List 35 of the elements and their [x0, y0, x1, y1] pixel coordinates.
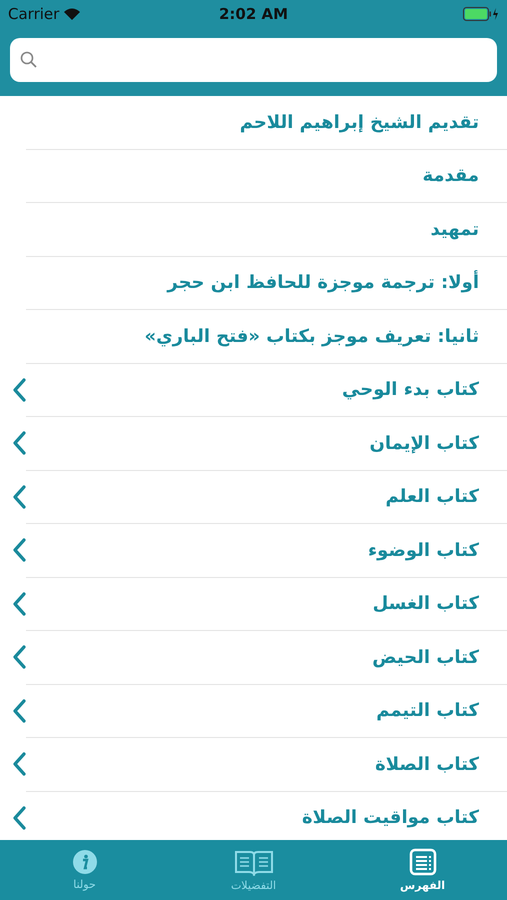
- tab-bar-item[interactable]: حولنا: [20, 840, 150, 900]
- list-icon: [408, 848, 436, 876]
- chapter-title[interactable]: كتاب الصلاة: [375, 754, 479, 775]
- chevron-left-icon[interactable]: [12, 431, 26, 456]
- chevron-left-icon[interactable]: [12, 806, 26, 830]
- chapter-title[interactable]: تقديم الشيخ إبراهيم اللاحم: [240, 112, 479, 133]
- chevron-left-icon[interactable]: [12, 538, 26, 562]
- chevron-left-icon[interactable]: [12, 752, 26, 776]
- chapter-title[interactable]: كتاب الغسل: [372, 593, 479, 614]
- chapter-title[interactable]: كتاب الإيمان: [370, 432, 479, 454]
- chapter-title[interactable]: كتاب بدء الوحي: [342, 379, 479, 400]
- search-icon: [20, 51, 38, 69]
- wifi-icon: [64, 8, 80, 20]
- chapter-title[interactable]: تمهيد: [430, 218, 479, 240]
- chapter-title[interactable]: أولا: ترجمة موجزة للحافظ ابن حجر: [167, 272, 479, 294]
- chevron-left-icon[interactable]: [12, 645, 26, 670]
- chapter-title[interactable]: كتاب التيمم: [376, 700, 479, 722]
- book-icon: [234, 848, 274, 876]
- chevron-left-icon[interactable]: [12, 592, 26, 616]
- chapter-title[interactable]: كتاب العلم: [386, 486, 479, 508]
- info-icon: [72, 849, 98, 875]
- battery-charging-icon: [462, 7, 499, 21]
- search-field[interactable]: [10, 38, 497, 82]
- chapter-title[interactable]: كتاب الحيض: [372, 646, 479, 668]
- clock-time: 2:02 AM: [218, 5, 288, 23]
- chapter-title[interactable]: مقدمة: [422, 165, 479, 186]
- chapter-title[interactable]: كتاب الوضوء: [368, 540, 479, 561]
- chevron-left-icon[interactable]: [12, 484, 26, 509]
- tab-bar-item[interactable]: التفضيلات: [188, 840, 318, 900]
- tab-bar-item[interactable]: الفهرس: [358, 840, 488, 900]
- chapter-title[interactable]: ثانيا: تعريف موجز بكتاب «فتح الباري»: [144, 326, 479, 347]
- carrier-label: Carrier: [8, 5, 60, 23]
- chapter-title[interactable]: كتاب مواقيت الصلاة: [302, 807, 479, 828]
- chevron-left-icon[interactable]: [12, 698, 26, 723]
- chevron-left-icon[interactable]: [12, 378, 26, 402]
